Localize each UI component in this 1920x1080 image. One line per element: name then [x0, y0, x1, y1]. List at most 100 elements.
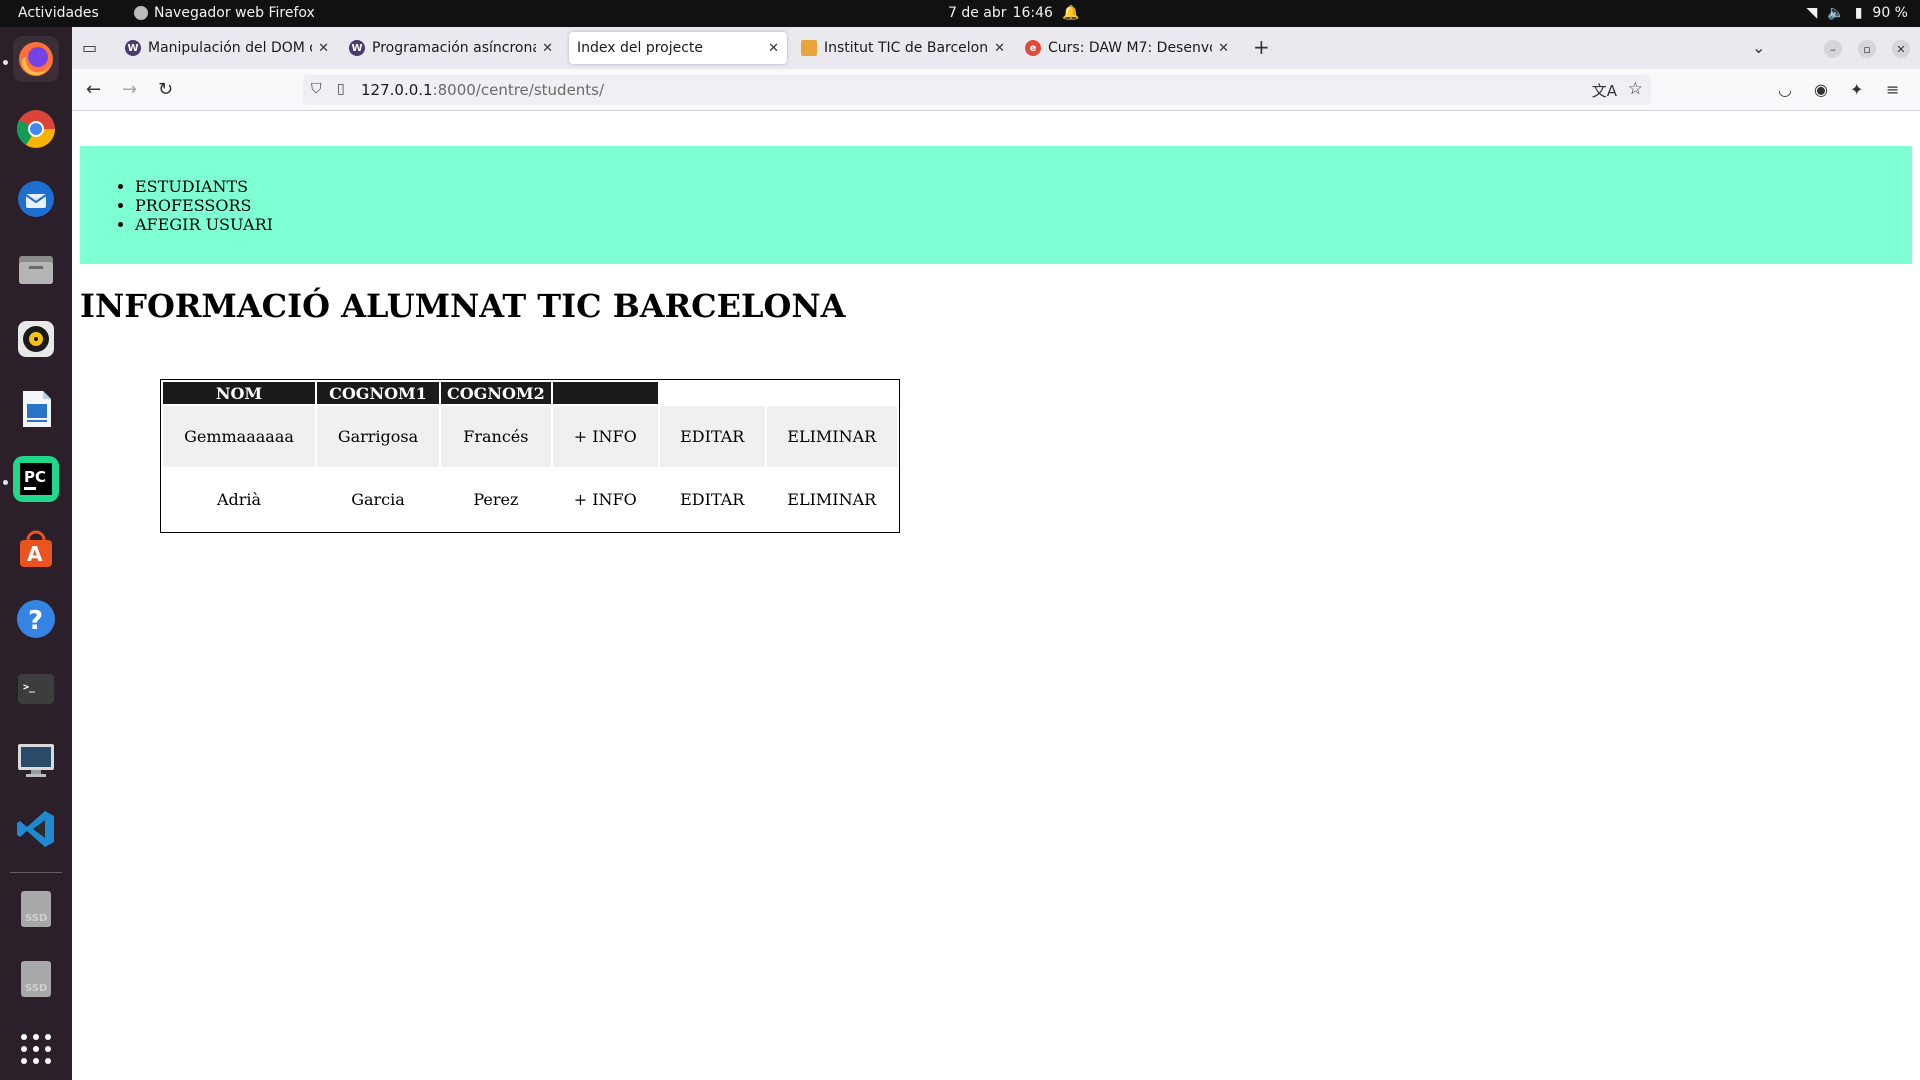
column-header-empty	[552, 382, 658, 404]
back-arrow-icon[interactable]: ←	[86, 79, 101, 100]
nav-item-afegir-usuari[interactable]: AFEGIR USUARI	[135, 215, 273, 234]
info-link[interactable]: + INFO	[552, 406, 658, 467]
cell-cognom2: Francés	[441, 406, 551, 467]
pycharm-icon[interactable]: PC	[13, 456, 59, 502]
activities-button[interactable]: Actividades	[18, 5, 99, 21]
close-window-icon[interactable]: ✕	[1892, 40, 1910, 58]
edit-link[interactable]: EDITAR	[660, 469, 765, 530]
tab-favicon-icon: W	[125, 40, 141, 56]
svg-text:?: ?	[28, 606, 43, 636]
battery-percent: 90 %	[1872, 5, 1908, 21]
chevron-down-icon[interactable]: ⌄	[1752, 38, 1765, 57]
table-row: Adrià Garcia Perez + INFO EDITAR ELIMINA…	[163, 469, 897, 530]
tab-favicon-icon	[801, 40, 817, 56]
help-icon[interactable]: ?	[13, 596, 59, 642]
delete-link[interactable]: ELIMINAR	[766, 406, 897, 467]
cell-cognom2: Perez	[473, 490, 519, 509]
notification-bell-icon: 🔔	[1062, 5, 1080, 21]
remote-desktop-icon[interactable]	[13, 736, 59, 782]
url-path: :8000/centre/students/	[432, 81, 605, 99]
tab-institut-tic[interactable]: Institut TIC de Barcelona ✕	[793, 32, 1013, 64]
page-title: INFORMACIÓ ALUMNAT TIC BARCELONA	[80, 287, 846, 325]
system-tray[interactable]: ◥ 🔈 ▮ 90 %	[1806, 5, 1908, 21]
close-icon[interactable]: ✕	[768, 41, 779, 56]
cell-nom: Adrià	[216, 490, 262, 509]
new-tab-icon[interactable]: +	[1253, 35, 1270, 59]
vscode-icon[interactable]	[13, 806, 59, 852]
info-link[interactable]: + INFO	[553, 469, 658, 530]
writer-icon[interactable]	[13, 386, 59, 432]
main-nav: ESTUDIANTS PROFESSORS AFEGIR USUARI	[121, 177, 273, 234]
svg-text:SSD: SSD	[25, 913, 47, 924]
translate-icon[interactable]: 文A	[1592, 80, 1617, 101]
minimize-icon[interactable]: –	[1824, 40, 1842, 58]
restore-icon[interactable]: ▫	[1858, 40, 1876, 58]
web-page: ESTUDIANTS PROFESSORS AFEGIR USUARI INFO…	[72, 111, 1920, 1080]
bookmark-star-icon[interactable]: ☆	[1628, 79, 1643, 99]
nav-item-estudiants[interactable]: ESTUDIANTS	[135, 177, 273, 196]
show-apps-grid-icon[interactable]	[13, 1026, 59, 1072]
column-header-nom: NOM	[163, 382, 315, 404]
system-top-bar: Actividades Navegador web Firefox 7 de a…	[0, 0, 1920, 27]
ssd-drive-icon[interactable]: SSD	[13, 956, 59, 1002]
firefox-icon[interactable]	[13, 36, 59, 82]
terminal-icon[interactable]: >_	[13, 666, 59, 712]
tab-async-programming[interactable]: W Programación asíncrona e ✕	[341, 32, 561, 64]
column-header-cognom2: COGNOM2	[441, 382, 551, 404]
tab-strip: ▭ W Manipulación del DOM de ✕ W Programa…	[72, 27, 1920, 69]
thunderbird-icon[interactable]	[13, 176, 59, 222]
close-icon[interactable]: ✕	[994, 41, 1005, 56]
clock[interactable]: 7 de abr 16:46	[948, 5, 1053, 21]
svg-text:>_: >_	[23, 682, 36, 693]
app-name: Navegador web Firefox	[154, 5, 315, 21]
url-bar[interactable]: ⛉ ▯ 127.0.0.1:8000/centre/students/ 文A ☆	[303, 75, 1651, 105]
files-icon[interactable]	[13, 246, 59, 292]
forward-arrow-icon[interactable]: →	[122, 79, 137, 100]
wifi-icon: ◥	[1806, 5, 1818, 21]
tab-label: Programación asíncrona e	[372, 40, 537, 56]
column-header-cognom1: COGNOM1	[317, 382, 439, 404]
firefox-view-icon[interactable]: ▭	[82, 38, 97, 57]
nav-item-professors[interactable]: PROFESSORS	[135, 196, 273, 215]
cell-cognom1: Garcia	[351, 490, 405, 509]
account-icon[interactable]: ◉	[1814, 80, 1828, 99]
column-header-blank	[767, 382, 897, 404]
url-text[interactable]: 127.0.0.1:8000/centre/students/	[361, 81, 604, 99]
firefox-mini-icon	[134, 6, 148, 20]
delete-link[interactable]: ELIMINAR	[767, 469, 897, 530]
pocket-icon[interactable]: ◡	[1778, 80, 1792, 99]
dock: PC A ? >_ SSD SSD	[0, 27, 72, 1080]
table-header-row: NOM COGNOM1 COGNOM2	[163, 382, 897, 404]
close-icon[interactable]: ✕	[542, 41, 553, 56]
tab-label: Manipulación del DOM de	[148, 40, 313, 56]
firefox-window: ▭ W Manipulación del DOM de ✕ W Programa…	[72, 27, 1920, 1080]
clock-time: 16:46	[1012, 5, 1053, 21]
svg-text:A: A	[27, 542, 43, 566]
column-header-blank	[660, 382, 765, 404]
edit-link[interactable]: EDITAR	[659, 406, 765, 467]
rhythmbox-icon[interactable]	[13, 316, 59, 362]
navigation-toolbar: ← → ↻ ⛉ ▯ 127.0.0.1:8000/centre/students…	[72, 69, 1920, 111]
tab-label: Curs: DAW M7: Desenvolu	[1048, 40, 1212, 56]
app-menu[interactable]: Navegador web Firefox	[134, 5, 315, 21]
app-center-icon[interactable]: A	[13, 526, 59, 572]
page-info-icon[interactable]: ▯	[337, 81, 345, 97]
tab-index-projecte[interactable]: Index del projecte ✕	[569, 32, 787, 64]
battery-icon: ▮	[1854, 5, 1863, 21]
shield-icon[interactable]: ⛉	[311, 81, 322, 97]
tab-dom-manipulation[interactable]: W Manipulación del DOM de ✕	[117, 32, 337, 64]
tab-label: Index del projecte	[577, 40, 704, 56]
close-icon[interactable]: ✕	[318, 41, 329, 56]
close-icon[interactable]: ✕	[1218, 41, 1229, 56]
students-table: NOM COGNOM1 COGNOM2 Gemmaaaaaa Garrigosa…	[160, 379, 900, 533]
tab-curs-daw[interactable]: e Curs: DAW M7: Desenvolu ✕	[1017, 32, 1237, 64]
ssd-drive-icon[interactable]: SSD	[13, 886, 59, 932]
extensions-icon[interactable]: ✦	[1850, 80, 1863, 99]
svg-text:SSD: SSD	[25, 983, 47, 994]
chrome-icon[interactable]	[13, 106, 59, 152]
menu-hamburger-icon[interactable]: ≡	[1886, 80, 1899, 99]
running-indicator	[3, 60, 8, 65]
cell-nom: Gemmaaaaaa	[163, 406, 315, 467]
reload-icon[interactable]: ↻	[158, 79, 173, 100]
svg-text:PC: PC	[24, 468, 46, 486]
